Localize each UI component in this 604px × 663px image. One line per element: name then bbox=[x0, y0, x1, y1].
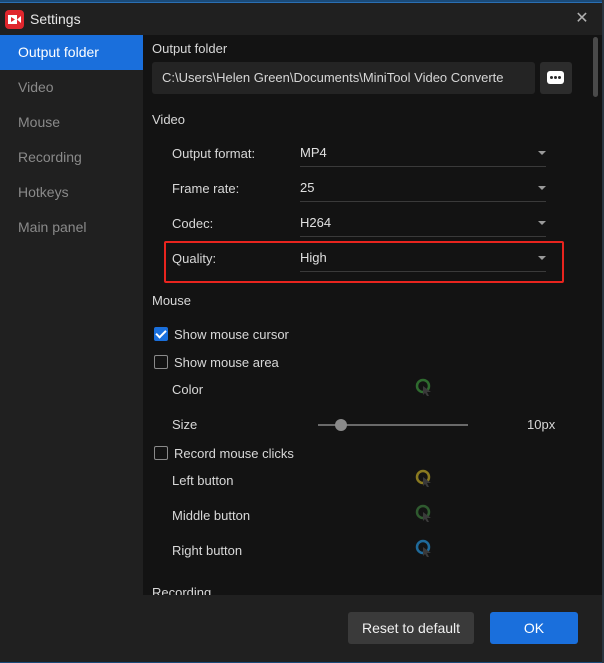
sidebar-item-output-folder[interactable]: Output folder bbox=[0, 35, 143, 70]
middle-button-label: Middle button bbox=[172, 508, 251, 523]
output-format-value: MP4 bbox=[300, 145, 327, 160]
browse-folder-button[interactable] bbox=[540, 62, 572, 94]
quality-dropdown[interactable]: High bbox=[300, 249, 546, 272]
codec-dropdown[interactable]: H264 bbox=[300, 214, 546, 237]
quality-label: Quality: bbox=[172, 251, 217, 266]
window-title: Settings bbox=[30, 11, 81, 27]
show-mouse-area-checkbox[interactable]: Show mouse area bbox=[154, 355, 279, 370]
color-label: Color bbox=[172, 382, 204, 397]
right-button-label: Right button bbox=[172, 543, 243, 558]
slider-thumb[interactable] bbox=[334, 419, 347, 431]
sidebar-item-hotkeys[interactable]: Hotkeys bbox=[0, 175, 143, 210]
output-folder-path-field[interactable]: C:\Users\Helen Green\Documents\MiniTool … bbox=[152, 62, 535, 94]
frame-rate-value: 25 bbox=[300, 180, 315, 195]
frame-rate-dropdown[interactable]: 25 bbox=[300, 179, 546, 202]
mouse-size-slider[interactable] bbox=[318, 419, 468, 431]
video-heading: Video bbox=[152, 112, 186, 127]
close-icon[interactable]: ✕ bbox=[572, 9, 592, 29]
settings-sidebar: Output folder Video Mouse Recording Hotk… bbox=[0, 35, 143, 595]
sidebar-item-recording[interactable]: Recording bbox=[0, 140, 143, 175]
more-icon bbox=[547, 71, 564, 84]
size-value: 10px bbox=[527, 417, 556, 432]
chevron-down-icon bbox=[538, 151, 546, 155]
recording-heading: Recording bbox=[152, 585, 212, 595]
output-folder-heading: Output folder bbox=[152, 41, 228, 56]
show-mouse-cursor-label: Show mouse cursor bbox=[174, 327, 289, 342]
codec-value: H264 bbox=[300, 215, 332, 230]
settings-window: Settings ✕ Output folder Video Mouse Rec… bbox=[0, 2, 602, 662]
sidebar-item-main-panel[interactable]: Main panel bbox=[0, 210, 143, 245]
frame-rate-label: Frame rate: bbox=[172, 181, 240, 196]
app-logo-icon bbox=[5, 10, 24, 29]
settings-content: Output folder C:\Users\Helen Green\Docum… bbox=[143, 35, 602, 595]
record-mouse-clicks-label: Record mouse clicks bbox=[174, 446, 294, 461]
codec-label: Codec: bbox=[172, 216, 214, 231]
left-button-color-picker-icon[interactable] bbox=[415, 469, 433, 487]
sidebar-item-mouse[interactable]: Mouse bbox=[0, 105, 143, 140]
chevron-down-icon bbox=[538, 221, 546, 225]
ok-button[interactable]: OK bbox=[490, 612, 578, 644]
output-format-label: Output format: bbox=[172, 146, 256, 161]
chevron-down-icon bbox=[538, 186, 546, 190]
mouse-area-color-picker-icon[interactable] bbox=[415, 378, 433, 396]
size-label: Size bbox=[172, 417, 198, 432]
checkbox-checked-icon bbox=[154, 327, 168, 341]
reset-to-default-button[interactable]: Reset to default bbox=[348, 612, 474, 644]
record-mouse-clicks-checkbox[interactable]: Record mouse clicks bbox=[154, 446, 294, 461]
sidebar-item-video[interactable]: Video bbox=[0, 70, 143, 105]
output-format-dropdown[interactable]: MP4 bbox=[300, 144, 546, 167]
left-button-label: Left button bbox=[172, 473, 234, 488]
mouse-heading: Mouse bbox=[152, 293, 192, 308]
checkbox-unchecked-icon bbox=[154, 446, 168, 460]
checkbox-unchecked-icon bbox=[154, 355, 168, 369]
show-mouse-area-label: Show mouse area bbox=[174, 355, 279, 370]
right-button-color-picker-icon[interactable] bbox=[415, 539, 433, 557]
middle-button-color-picker-icon[interactable] bbox=[415, 504, 433, 522]
dialog-footer: Reset to default OK bbox=[0, 595, 602, 662]
show-mouse-cursor-checkbox[interactable]: Show mouse cursor bbox=[154, 327, 289, 342]
quality-value: High bbox=[300, 250, 327, 265]
chevron-down-icon bbox=[538, 256, 546, 260]
scrollbar-thumb[interactable] bbox=[593, 37, 598, 97]
title-bar: Settings ✕ bbox=[0, 3, 602, 35]
